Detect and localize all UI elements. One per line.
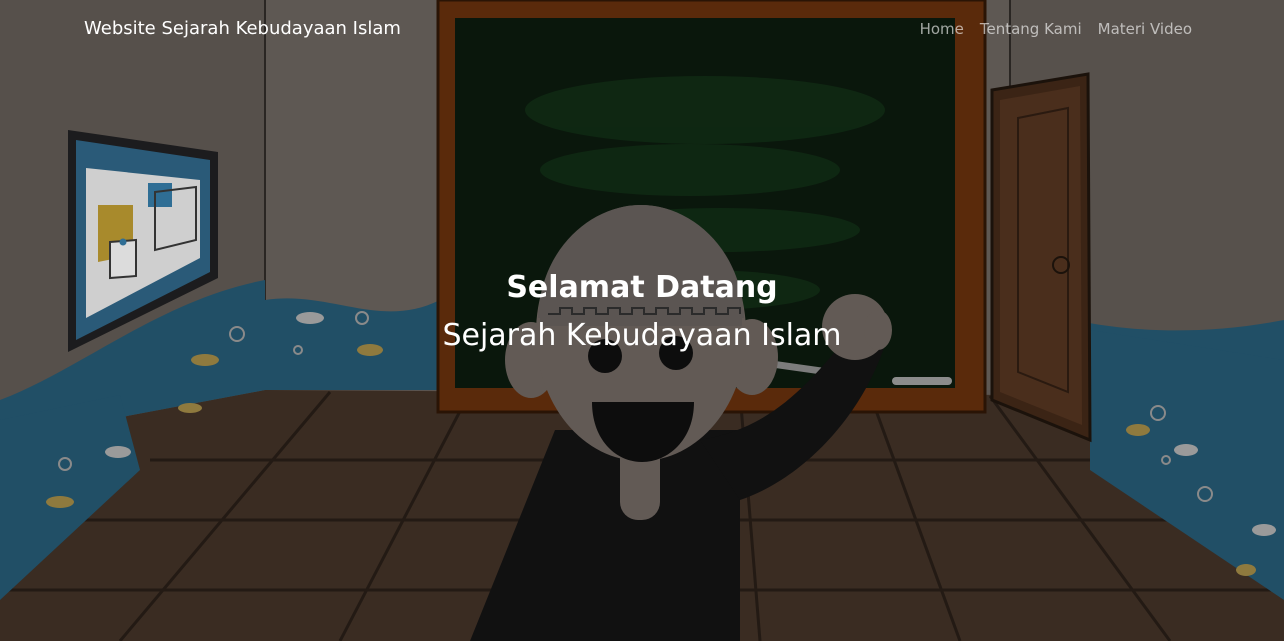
nav-link-tentang-kami[interactable]: Tentang Kami (980, 20, 1082, 38)
nav-links: Home Tentang Kami Materi Video (920, 20, 1192, 38)
top-navbar: Website Sejarah Kebudayaan Islam Home Te… (0, 0, 1284, 60)
site-brand-link[interactable]: Website Sejarah Kebudayaan Islam (84, 18, 401, 39)
nav-link-home[interactable]: Home (920, 20, 964, 38)
hero-title: Selamat Datang (506, 270, 778, 305)
hero-section: Website Sejarah Kebudayaan Islam Home Te… (0, 0, 1284, 641)
hero-heading-group: Selamat Datang Sejarah Kebudayaan Islam (0, 268, 1284, 356)
nav-link-materi-video[interactable]: Materi Video (1098, 20, 1192, 38)
hero-subtitle: Sejarah Kebudayaan Islam (442, 318, 842, 353)
